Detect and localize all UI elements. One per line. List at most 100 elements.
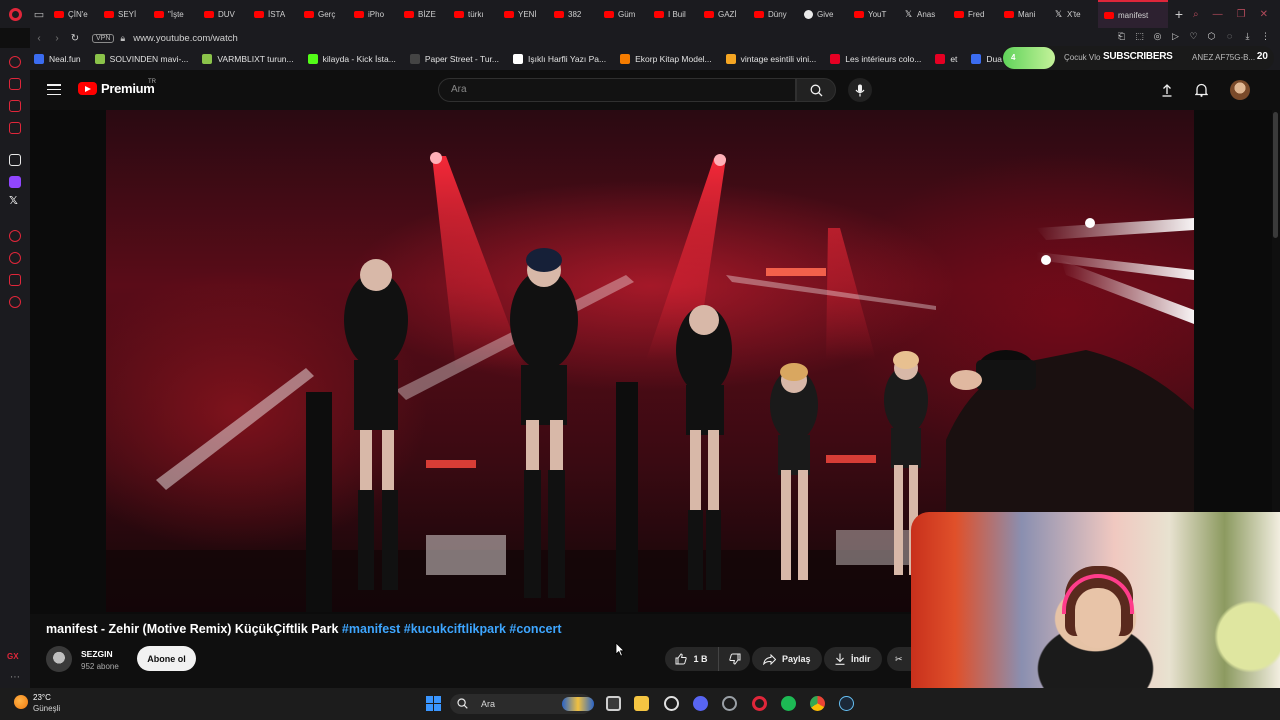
spotify-icon[interactable] — [781, 696, 796, 711]
like-button[interactable]: 1 B — [665, 647, 719, 671]
browser-tab[interactable]: YouT — [848, 0, 898, 28]
browser-tab[interactable]: Fred — [948, 0, 998, 28]
chrome-icon[interactable] — [810, 696, 825, 711]
bookmark-item[interactable]: SOLVINDEN mavi-... — [94, 54, 188, 64]
reload-icon[interactable]: ↻ — [66, 33, 84, 44]
bookmark-item[interactable]: Les intérieurs colo... — [830, 54, 921, 64]
bookmark-item[interactable]: kilayda - Kick İsta... — [307, 54, 396, 64]
new-tab-button[interactable]: + — [1168, 6, 1190, 22]
hashtag-link[interactable]: #concert — [509, 622, 561, 636]
more-icon[interactable]: ⋯ — [10, 672, 20, 683]
channel-name[interactable]: SEZGIN — [81, 649, 113, 659]
upload-icon[interactable] — [1161, 83, 1173, 97]
x-icon[interactable]: 𝕏 — [9, 194, 18, 207]
voice-search-button[interactable] — [848, 78, 872, 102]
discord-icon[interactable] — [693, 696, 708, 711]
back-icon[interactable]: ‹ — [30, 33, 48, 44]
tab-active[interactable]: manifest — [1098, 0, 1168, 28]
subscribe-button[interactable]: Abone ol — [137, 646, 196, 671]
share-button[interactable]: Paylaş — [752, 647, 822, 671]
channel-avatar[interactable] — [46, 646, 72, 672]
bookmark-item[interactable]: Işıklı Harfli Yazı Pa... — [513, 54, 606, 64]
browser-tab[interactable]: İSTA — [248, 0, 298, 28]
search-input[interactable]: Ara — [438, 78, 796, 102]
browser-tab[interactable]: Give — [798, 0, 848, 28]
notifications-bell-icon[interactable] — [1195, 83, 1208, 97]
browser-tab[interactable]: I Buil — [648, 0, 698, 28]
page-scrollbar[interactable] — [1273, 112, 1278, 238]
search-tabs-icon[interactable]: ⌕ — [1193, 9, 1199, 20]
instagram-icon[interactable] — [9, 122, 21, 134]
tab-island-icon[interactable]: ▭ — [30, 0, 48, 28]
camera-icon[interactable]: ◎ — [1153, 31, 1162, 42]
browser-tab[interactable]: ÇİN'e — [48, 0, 98, 28]
extensions-icon[interactable]: ⬡ — [1207, 31, 1216, 42]
browser-tab[interactable]: Gerç — [298, 0, 348, 28]
maximize-icon[interactable]: ❐ — [1237, 9, 1246, 20]
browser-tab[interactable]: Düny — [748, 0, 798, 28]
settings-app-icon[interactable] — [664, 696, 679, 711]
history-icon[interactable] — [9, 252, 21, 264]
bookmark-item[interactable]: Paper Street - Tur... — [409, 54, 499, 64]
browser-tab[interactable]: 𝕏 Anas — [898, 0, 948, 28]
hashtag-link[interactable]: #manifest — [342, 622, 400, 636]
messenger-icon[interactable] — [9, 78, 21, 90]
opera-logo-icon[interactable] — [0, 0, 30, 28]
player-icon[interactable]: ▷ — [1171, 31, 1180, 42]
forward-icon[interactable]: › — [48, 33, 66, 44]
browser-tab[interactable]: iPho — [348, 0, 398, 28]
player-sidebar-icon[interactable] — [9, 230, 21, 242]
browser-tab[interactable]: Güm — [598, 0, 648, 28]
snapshot-icon[interactable]: ⬚ — [1135, 31, 1144, 42]
browser-tab[interactable]: 382 — [548, 0, 598, 28]
steam-icon[interactable] — [839, 696, 854, 711]
menu-burger-icon[interactable] — [47, 84, 61, 95]
download-button[interactable]: İndir — [824, 647, 882, 671]
browser-tab[interactable]: BİZE — [398, 0, 448, 28]
windows-start-icon[interactable] — [426, 696, 441, 711]
heart-icon[interactable]: ♡ — [1189, 31, 1198, 42]
download-icon[interactable]: ⤓ — [1243, 31, 1252, 42]
bookmark-item[interactable]: Neal.fun — [34, 54, 81, 64]
browser-tab[interactable]: "İşte — [148, 0, 198, 28]
chat-icon[interactable] — [9, 100, 21, 112]
bookmark-item[interactable]: vintage esintili vini... — [725, 54, 816, 64]
dislike-button[interactable] — [719, 647, 750, 671]
hashtag-link[interactable]: #kucukciftlikpark — [404, 622, 506, 636]
browser-tab[interactable]: GAZİ — [698, 0, 748, 28]
file-explorer-icon[interactable] — [634, 696, 649, 711]
browser-tab[interactable]: DUV — [198, 0, 248, 28]
browser-tab[interactable]: YENİ — [498, 0, 548, 28]
bookmark-item[interactable]: VARMBLIXT turun... — [202, 54, 294, 64]
browser-tab[interactable]: türkı — [448, 0, 498, 28]
browser-tab[interactable]: 𝕏 X'te — [1048, 0, 1098, 28]
minimize-icon[interactable]: — — [1213, 9, 1223, 20]
browser-tab[interactable]: Mani — [998, 0, 1048, 28]
easy-setup-icon[interactable]: ◌ — [1225, 31, 1234, 42]
vpn-badge[interactable]: VPN — [92, 33, 115, 43]
bookmark-item[interactable]: et — [935, 54, 957, 64]
account-avatar[interactable] — [1230, 80, 1250, 100]
opera-gx-taskbar-icon[interactable] — [752, 696, 767, 711]
bookmark-item[interactable]: Ekorp Kitap Model... — [620, 54, 712, 64]
obs-icon[interactable] — [722, 696, 737, 711]
aria-ai-icon[interactable] — [9, 154, 21, 166]
gx-icon[interactable]: GX — [7, 652, 19, 661]
aria-icon[interactable] — [9, 56, 21, 68]
bookmark-icon[interactable]: ⎗ — [1117, 31, 1126, 42]
weather-temperature[interactable]: 23°C — [33, 693, 51, 702]
weather-icon[interactable] — [14, 695, 28, 709]
lock-icon[interactable]: 🔒︎ — [120, 33, 125, 44]
weather-condition[interactable]: Güneşli — [33, 704, 60, 713]
youtube-logo[interactable]: Premium — [78, 81, 155, 96]
clip-button[interactable]: ✂ — [887, 647, 911, 671]
url-field[interactable]: www.youtube.com/watch — [133, 33, 238, 44]
search-button[interactable] — [796, 78, 836, 102]
close-icon[interactable]: ✕ — [1260, 9, 1268, 20]
task-view-icon[interactable] — [606, 696, 621, 711]
settings-icon[interactable] — [9, 296, 21, 308]
twitch-icon[interactable] — [9, 176, 21, 188]
browser-tab[interactable]: SEYİ — [98, 0, 148, 28]
menu-icon[interactable]: ⋮ — [1261, 31, 1270, 42]
extensions-sidebar-icon[interactable] — [9, 274, 21, 286]
